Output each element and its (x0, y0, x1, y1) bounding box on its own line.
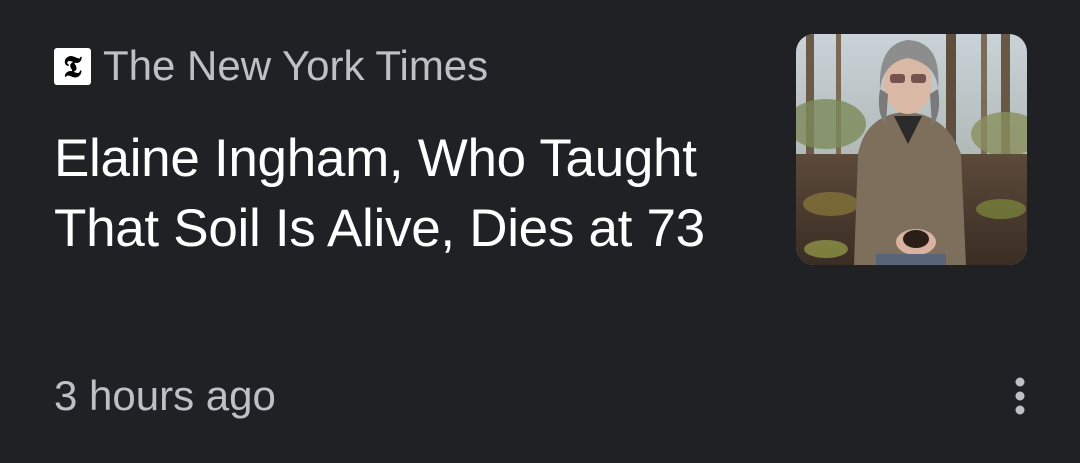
nyt-logo-icon: 𝕿 (54, 47, 91, 85)
article-timestamp: 3 hours ago (54, 372, 276, 419)
svg-text:𝕿: 𝕿 (63, 50, 82, 85)
article-headline[interactable]: Elaine Ingham, Who Taught That Soil Is A… (54, 124, 774, 264)
source-row: 𝕿 The New York Times (54, 40, 488, 92)
source-name: The New York Times (103, 42, 489, 89)
more-vert-icon (1015, 377, 1025, 415)
news-card[interactable]: 𝕿 The New York Times Elaine Ingham, Who … (0, 0, 1080, 463)
article-thumbnail[interactable] (796, 34, 1027, 265)
more-options-button[interactable] (1002, 372, 1038, 420)
